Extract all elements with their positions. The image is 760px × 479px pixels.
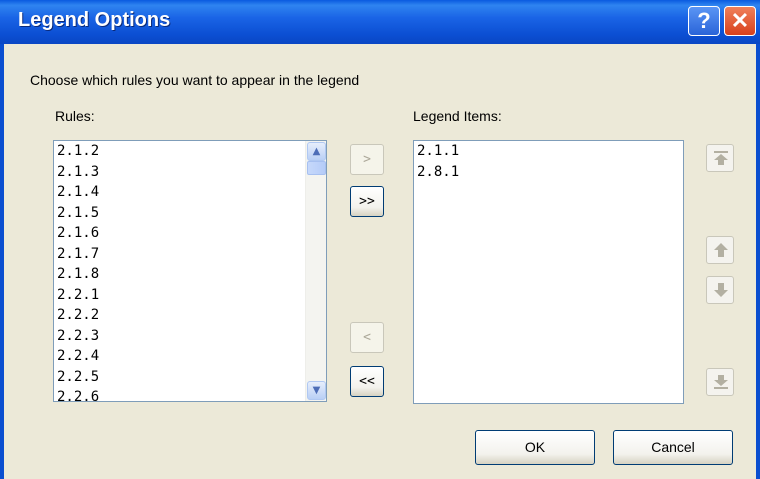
list-item[interactable]: 2.1.3 — [54, 162, 326, 183]
list-item[interactable]: 2.1.4 — [54, 182, 326, 203]
instruction-text: Choose which rules you want to appear in… — [30, 72, 360, 88]
legend-items-list: 2.1.1 2.8.1 — [414, 141, 683, 182]
remove-all-button[interactable]: << — [350, 366, 384, 397]
title-bar[interactable]: Legend Options ? ✕ — [0, 0, 760, 44]
list-item[interactable]: 2.1.2 — [54, 141, 326, 162]
rules-list: 2.1.2 2.1.3 2.1.4 2.1.5 2.1.6 2.1.7 2.1.8 2.2.1… — [54, 141, 326, 401]
close-button[interactable]: ✕ — [724, 6, 756, 36]
list-item[interactable]: 2.1.1 — [414, 141, 683, 162]
remove-button[interactable]: < — [350, 322, 384, 353]
scroll-down-icon[interactable]: ▼ — [307, 381, 326, 400]
legend-options-dialog: Legend Options ? ✕ Choose which rules yo… — [0, 0, 760, 479]
move-up-icon — [714, 243, 728, 257]
cancel-button[interactable]: Cancel — [613, 430, 733, 465]
window-frame-right — [756, 44, 760, 479]
list-item[interactable]: 2.1.5 — [54, 203, 326, 224]
rules-listbox[interactable]: 2.1.2 2.1.3 2.1.4 2.1.5 2.1.6 2.1.7 2.1.8 2.2.1… — [53, 140, 327, 402]
list-item[interactable]: 2.1.6 — [54, 223, 326, 244]
list-item[interactable]: 2.2.4 — [54, 346, 326, 367]
rules-label: Rules: — [55, 108, 95, 124]
move-down-button[interactable] — [706, 276, 734, 304]
move-top-button[interactable] — [706, 144, 734, 172]
list-item[interactable]: 2.1.7 — [54, 244, 326, 265]
list-item[interactable]: 2.2.3 — [54, 326, 326, 347]
scroll-up-icon[interactable]: ▲ — [307, 142, 326, 161]
list-item[interactable]: 2.8.1 — [414, 162, 683, 183]
window-title: Legend Options — [18, 9, 171, 31]
move-bottom-icon — [714, 375, 728, 389]
list-item[interactable]: 2.2.1 — [54, 285, 326, 306]
move-bottom-button[interactable] — [706, 368, 734, 396]
list-item[interactable]: 2.2.6 — [54, 387, 326, 401]
list-item[interactable]: 2.2.2 — [54, 305, 326, 326]
list-item[interactable]: 2.2.5 — [54, 367, 326, 388]
scroll-thumb[interactable] — [307, 161, 326, 175]
legend-items-label: Legend Items: — [413, 108, 502, 124]
list-item[interactable]: 2.1.8 — [54, 264, 326, 285]
move-down-icon — [714, 283, 728, 297]
move-up-button[interactable] — [706, 236, 734, 264]
move-top-icon — [714, 151, 728, 165]
window-frame-left — [0, 44, 4, 479]
add-all-button[interactable]: >> — [350, 186, 384, 217]
ok-button[interactable]: OK — [475, 430, 595, 465]
legend-items-listbox[interactable]: 2.1.1 2.8.1 — [413, 140, 684, 404]
add-button[interactable]: > — [350, 144, 384, 175]
rules-scrollbar[interactable]: ▲ ▼ — [305, 141, 326, 401]
help-button[interactable]: ? — [688, 6, 720, 36]
